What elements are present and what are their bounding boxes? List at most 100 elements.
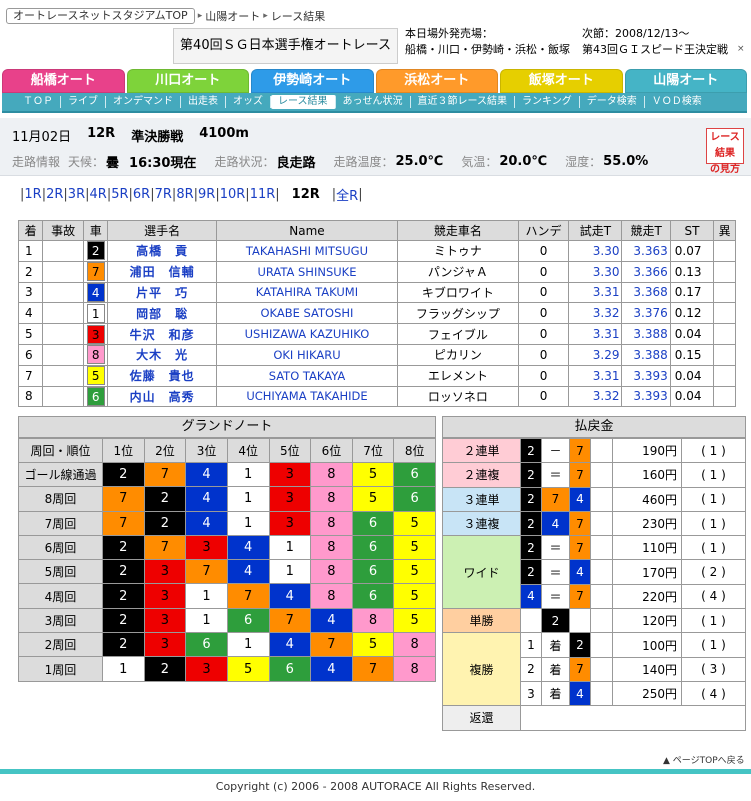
subnav-item-2[interactable]: オンデマンド — [106, 96, 181, 108]
payout-car: 4 — [520, 583, 542, 610]
table-row: 2周回 2 3 6 1 4 7 5 8 — [18, 632, 436, 658]
results-col-header: 競走T — [621, 220, 671, 241]
irregular-cell — [713, 260, 736, 283]
subnav-item-9[interactable]: データ検索 — [580, 96, 645, 108]
subnav-item-8[interactable]: ランキング — [515, 96, 580, 108]
race-distance: 4100m — [199, 126, 249, 141]
handicap: 0 — [517, 343, 570, 366]
track-tab-0[interactable]: 船橋オート — [2, 69, 125, 93]
popularity: ( 2 ) — [681, 559, 746, 585]
payout-car: 7 — [541, 486, 570, 512]
car-number-badge: 2 — [86, 241, 105, 261]
results-guide-line2: の見方 — [710, 164, 740, 175]
race-nav-item-2[interactable]: 3R — [68, 187, 85, 202]
rider-name-link[interactable]: 岡部 聡 — [136, 307, 188, 321]
rider-name[interactable]: 浦田 信輔 — [107, 260, 217, 283]
popularity: ( 1 ) — [681, 437, 746, 464]
back-to-top-link[interactable]: ▲ ページTOPへ戻る — [663, 753, 745, 766]
subnav-item-10[interactable]: ＶＯＤ検索 — [645, 96, 709, 108]
track-tab-4[interactable]: 飯塚オート — [500, 69, 623, 93]
track-tab-2[interactable]: 伊勢崎オート — [251, 69, 374, 93]
subnav-item-1[interactable]: ライブ — [61, 96, 106, 108]
results-col-header: 選手名 — [107, 220, 217, 241]
rider-name[interactable]: 牛沢 和彦 — [107, 323, 217, 345]
lap-position-car: 8 — [310, 534, 353, 561]
rider-name-link[interactable]: 大木 光 — [136, 348, 188, 362]
blank-cell — [590, 559, 613, 585]
subnav-item-5[interactable]: レース結果 — [271, 95, 336, 109]
rider-name[interactable]: 大木 光 — [107, 343, 217, 366]
table-row: 5 3 牛沢 和彦 USHIZAWA KAZUHIKO フェイブル 0 3.31 3.388 0… — [17, 323, 736, 345]
rider-name-link[interactable]: 牛沢 和彦 — [130, 328, 195, 342]
table-row: 4周回 2 3 1 7 4 8 6 5 — [18, 583, 436, 609]
table-row: 7周回 7 2 4 1 3 8 6 5 — [18, 510, 436, 536]
track-tab-5[interactable]: 山陽オート — [624, 69, 747, 93]
track-tab-1[interactable]: 川口オート — [126, 69, 249, 93]
start-timing: 0.12 — [669, 302, 715, 325]
rider-name-link[interactable]: 片平 巧 — [136, 286, 188, 300]
race-nav-item-3[interactable]: 4R — [90, 187, 107, 202]
rider-name-link[interactable]: 高橋 貢 — [136, 244, 188, 258]
track-tab-3[interactable]: 浜松オート — [375, 69, 498, 93]
race-nav-item-5[interactable]: 6R — [133, 187, 150, 202]
lap-position-car: 1 — [226, 632, 270, 658]
accident-cell — [42, 364, 85, 387]
irregular-cell — [713, 343, 736, 366]
trial-time: 3.31 — [568, 281, 623, 304]
race-nav-item-6[interactable]: 7R — [155, 187, 172, 202]
rider-name[interactable]: 片平 巧 — [107, 281, 217, 304]
subnav-item-3[interactable]: 出走表 — [181, 96, 226, 108]
results-guide-button[interactable]: レース結果 の見方 — [706, 128, 744, 175]
lap-position-car: 2 — [102, 632, 145, 658]
lap-position-car: 4 — [226, 534, 270, 561]
bet-type-label: 複勝 — [442, 632, 521, 707]
lap-position-car: 5 — [351, 461, 395, 488]
grand-note-col-header: 5位 — [268, 438, 312, 463]
race-nav-item-0[interactable]: 1R — [24, 187, 41, 202]
track-status-value: 良走路 — [276, 156, 316, 171]
subnav-item-0[interactable]: ＴＯＰ — [16, 96, 61, 108]
rider-name-link[interactable]: 佐藤 貴也 — [130, 369, 195, 383]
trial-time: 3.32 — [568, 385, 623, 408]
race-nav-item-10[interactable]: 11R — [250, 187, 276, 202]
race-nav-item-1[interactable]: 2R — [46, 187, 63, 202]
breadcrumb-home-link[interactable]: オートレースネットスタジアムTOP — [6, 8, 195, 24]
race-nav-item-7[interactable]: 8R — [176, 187, 193, 202]
chevron-right-icon: ▸ — [197, 11, 203, 21]
rider-name[interactable]: 高橋 貢 — [107, 240, 217, 262]
race-nav-item-8[interactable]: 9R — [198, 187, 215, 202]
payout-car: 2 — [520, 535, 542, 561]
rider-name-link[interactable]: 内山 高秀 — [130, 390, 195, 404]
race-nav-item-4[interactable]: 5R — [111, 187, 128, 202]
lap-position-car: 8 — [310, 486, 353, 512]
race-nav-item-12[interactable]: 全R — [336, 185, 358, 204]
blank-cell — [590, 535, 613, 561]
lap-label: 7周回 — [18, 510, 103, 536]
race-time: 3.393 — [621, 364, 671, 387]
popularity: ( 1 ) — [681, 632, 746, 658]
rider-name-en: UCHIYAMA TAKAHIDE — [215, 385, 398, 408]
lap-position-car: 7 — [310, 632, 353, 658]
rider-name-link[interactable]: 浦田 信輔 — [130, 265, 195, 279]
table-row: 6周回 2 7 3 4 1 8 6 5 — [18, 534, 436, 561]
rider-name[interactable]: 内山 高秀 — [107, 385, 217, 408]
rider-name[interactable]: 岡部 聡 — [107, 302, 217, 325]
breadcrumb-track-link[interactable]: 山陽オート — [205, 8, 260, 24]
car-number-cell: 7 — [83, 260, 109, 283]
subnav-item-4[interactable]: オッズ — [226, 96, 271, 108]
bet-type-label: 返還 — [442, 705, 521, 731]
track-info-label: 走路情報 — [12, 155, 61, 169]
rider-name[interactable]: 佐藤 貴也 — [107, 364, 217, 387]
blank-cell — [590, 437, 613, 464]
close-icon[interactable]: × — [737, 44, 745, 54]
subnav-item-6[interactable]: あっせん状況 — [336, 96, 411, 108]
popularity: ( 1 ) — [681, 486, 746, 512]
next-event-name: 第43回ＧＩスピード王決定戦 — [582, 43, 728, 56]
results-col-header: ハンデ — [517, 220, 570, 241]
lap-position-car: 8 — [310, 461, 353, 488]
race-nav-item-9[interactable]: 10R — [220, 187, 246, 202]
car-number-cell: 8 — [83, 343, 109, 366]
bet-symbol: ＝ — [541, 583, 570, 610]
lap-position-car: 3 — [268, 486, 312, 512]
subnav-item-7[interactable]: 直近３節レース結果 — [411, 96, 515, 108]
